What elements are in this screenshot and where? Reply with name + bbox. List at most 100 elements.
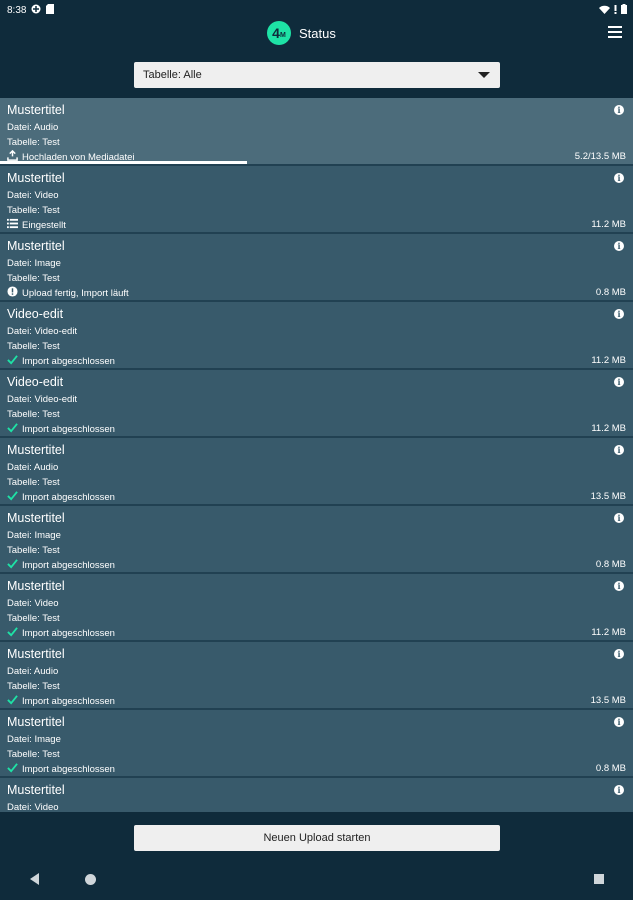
- item-file: Datei: Video: [7, 802, 59, 812]
- chevron-down-icon: [478, 72, 490, 78]
- list-item[interactable]: Mustertitel Datei: Audio Tabelle: Test Hoch…: [0, 98, 633, 166]
- item-table: Tabelle: Test: [7, 613, 60, 624]
- list-item[interactable]: Mustertitel Datei: Video i: [0, 778, 633, 812]
- check-icon: [7, 762, 18, 776]
- item-title: Mustertitel: [7, 171, 65, 185]
- filter-selected-value: Tabelle: Alle: [143, 69, 202, 81]
- alert-icon: [7, 286, 18, 300]
- info-icon[interactable]: i: [614, 241, 624, 251]
- item-status: Import abgeschlossen: [7, 422, 115, 436]
- item-table: Tabelle: Test: [7, 681, 60, 692]
- item-file: Datei: Video: [7, 598, 59, 609]
- list-item[interactable]: Video-edit Datei: Video-edit Tabelle: Test…: [0, 370, 633, 438]
- back-icon[interactable]: [30, 873, 39, 885]
- item-size: 13.5 MB: [590, 491, 626, 502]
- recent-apps-icon[interactable]: [594, 874, 604, 884]
- info-icon[interactable]: i: [614, 513, 624, 523]
- info-icon[interactable]: i: [614, 445, 624, 455]
- check-icon: [7, 354, 18, 368]
- item-status-text: Import abgeschlossen: [22, 355, 115, 367]
- item-file: Datei: Audio: [7, 666, 59, 677]
- page-title: Status: [299, 26, 336, 41]
- item-file: Datei: Image: [7, 530, 61, 541]
- info-icon[interactable]: i: [614, 105, 624, 115]
- check-icon: [7, 694, 18, 708]
- item-size: 0.8 MB: [595, 287, 626, 298]
- item-file: Datei: Audio: [7, 462, 59, 473]
- info-icon[interactable]: i: [614, 649, 624, 659]
- battery-icon: [621, 4, 627, 17]
- item-file: Datei: Image: [7, 258, 61, 269]
- info-icon[interactable]: i: [614, 717, 624, 727]
- item-title: Mustertitel: [7, 443, 65, 457]
- list-item[interactable]: Mustertitel Datei: Image Tabelle: Test Uplo…: [0, 234, 633, 302]
- item-file: Datei: Video-edit: [7, 394, 78, 405]
- item-size: 11.2 MB: [591, 355, 626, 366]
- item-table: Tabelle: Test: [7, 409, 60, 420]
- item-status: Upload fertig, Import läuft: [7, 286, 129, 300]
- notification-icon: [31, 4, 41, 17]
- list-item[interactable]: Mustertitel Datei: Video Tabelle: Test Impo…: [0, 574, 633, 642]
- item-status-text: Import abgeschlossen: [22, 627, 115, 639]
- item-title: Video-edit: [7, 375, 64, 389]
- system-nav-bar: [0, 860, 633, 900]
- new-upload-button[interactable]: Neuen Upload starten: [134, 825, 500, 851]
- list-item[interactable]: Mustertitel Datei: Audio Tabelle: Test Impo…: [0, 642, 633, 710]
- item-status-text: Import abgeschlossen: [22, 423, 115, 435]
- check-icon: [7, 558, 18, 572]
- item-status-text: Eingestellt: [22, 219, 66, 231]
- menu-button[interactable]: [608, 26, 622, 38]
- item-status-text: Import abgeschlossen: [22, 695, 115, 707]
- list-item[interactable]: Video-edit Datei: Video-edit Tabelle: Test…: [0, 302, 633, 370]
- item-table: Tabelle: Test: [7, 477, 60, 488]
- item-table: Tabelle: Test: [7, 341, 60, 352]
- item-title: Mustertitel: [7, 103, 65, 117]
- item-status: Import abgeschlossen: [7, 354, 115, 368]
- item-title: Video-edit: [7, 307, 64, 321]
- item-size: 13.5 MB: [590, 695, 626, 706]
- item-file: Datei: Video-edit: [7, 326, 78, 337]
- home-icon[interactable]: [85, 874, 96, 885]
- check-icon: [7, 422, 18, 436]
- item-table: Tabelle: Test: [7, 545, 60, 556]
- table-filter-select[interactable]: Tabelle: Alle: [134, 62, 500, 88]
- list-item[interactable]: Mustertitel Datei: Video Tabelle: Test Eing…: [0, 166, 633, 234]
- item-file: Datei: Video: [7, 190, 59, 201]
- item-title: Mustertitel: [7, 239, 65, 253]
- item-status: Import abgeschlossen: [7, 762, 115, 776]
- list-item[interactable]: Mustertitel Datei: Audio Tabelle: Test Impo…: [0, 438, 633, 506]
- app-bar: 4M Status: [0, 20, 633, 54]
- item-size: 11.2 MB: [591, 627, 626, 638]
- app-logo: 4M: [267, 21, 291, 45]
- info-icon[interactable]: i: [614, 581, 624, 591]
- list-item[interactable]: Mustertitel Datei: Image Tabelle: Test Impo…: [0, 710, 633, 778]
- check-icon: [7, 626, 18, 640]
- item-title: Mustertitel: [7, 579, 65, 593]
- item-size: 0.8 MB: [595, 763, 626, 774]
- info-icon[interactable]: i: [614, 309, 624, 319]
- item-status-text: Import abgeschlossen: [22, 559, 115, 571]
- item-status: Import abgeschlossen: [7, 626, 115, 640]
- item-size: 11.2 MB: [591, 219, 626, 230]
- item-title: Mustertitel: [7, 647, 65, 661]
- item-status: Import abgeschlossen: [7, 558, 115, 572]
- check-icon: [7, 490, 18, 504]
- item-status: Eingestellt: [7, 218, 66, 232]
- info-icon[interactable]: i: [614, 377, 624, 387]
- item-status: Import abgeschlossen: [7, 694, 115, 708]
- list-item[interactable]: Mustertitel Datei: Image Tabelle: Test Impo…: [0, 506, 633, 574]
- item-status: Import abgeschlossen: [7, 490, 115, 504]
- item-size: 0.8 MB: [595, 559, 626, 570]
- upload-progress-bar: [0, 161, 633, 164]
- alert-icon: [614, 4, 617, 17]
- info-icon[interactable]: i: [614, 785, 624, 795]
- item-file: Datei: Audio: [7, 122, 59, 133]
- sd-card-icon: [46, 3, 55, 17]
- info-icon[interactable]: i: [614, 173, 624, 183]
- item-table: Tabelle: Test: [7, 205, 60, 216]
- item-status-text: Upload fertig, Import läuft: [22, 287, 129, 299]
- upload-list[interactable]: Mustertitel Datei: Audio Tabelle: Test Hoch…: [0, 98, 633, 812]
- status-bar: 8:38: [0, 0, 633, 20]
- item-title: Mustertitel: [7, 783, 65, 797]
- item-size: 11.2 MB: [591, 423, 626, 434]
